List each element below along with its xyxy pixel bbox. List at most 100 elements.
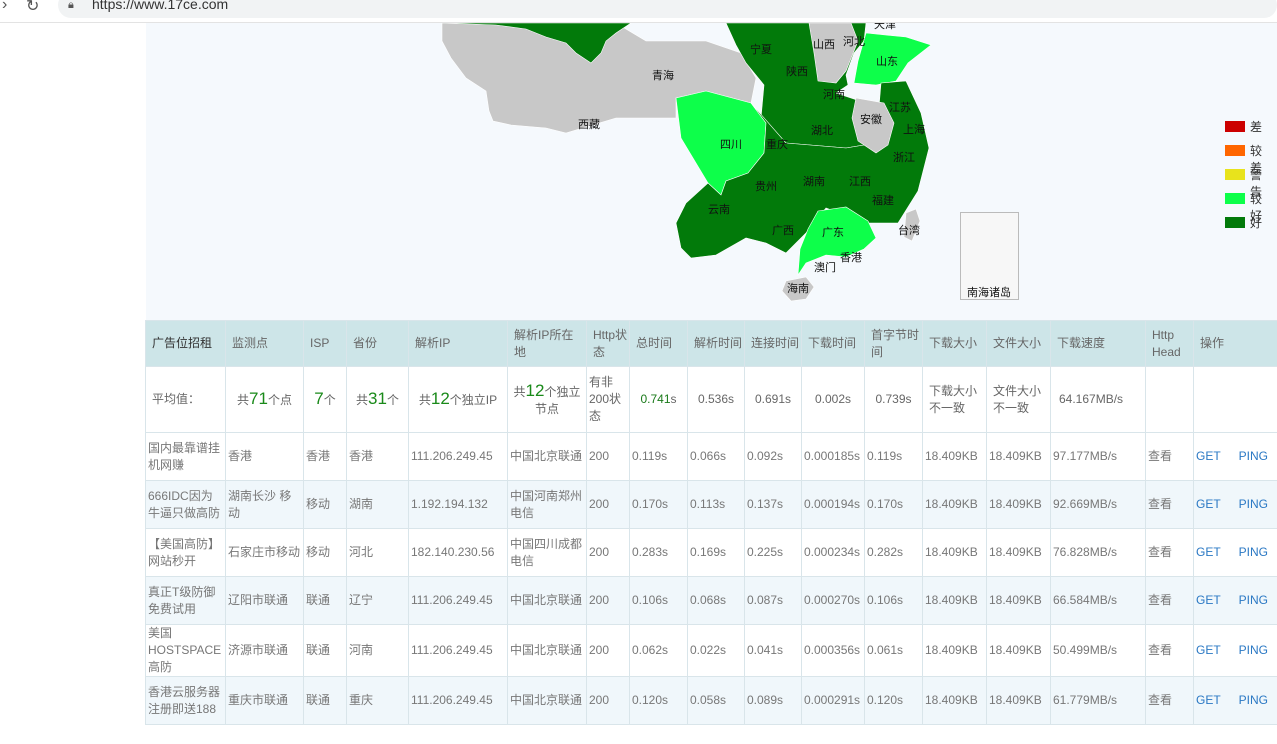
- cell-province: 重庆: [346, 676, 409, 725]
- ping-link[interactable]: PING: [1239, 545, 1268, 559]
- label-shanxi: 山西: [813, 38, 835, 51]
- cell-dns: 0.113s: [687, 480, 745, 529]
- table-row: 【美国高防】网站秒开 石家庄市移动 移动 河北 182.140.230.56 中国四川成都…: [145, 528, 1277, 577]
- col-header-http-head: Http Head: [1145, 320, 1194, 367]
- cell-isp: 联通: [303, 676, 347, 725]
- legend-swatch: [1225, 121, 1245, 132]
- ping-link[interactable]: PING: [1239, 497, 1268, 511]
- cell-ip-location: 中国北京联通: [507, 576, 587, 625]
- cell-head-link[interactable]: 查看: [1145, 528, 1194, 577]
- label-tianjin: 天津: [874, 23, 896, 31]
- cell-ip: 182.140.230.56: [408, 528, 508, 577]
- cell-connect: 0.137s: [744, 480, 802, 529]
- url-text[interactable]: https://www.17ce.com: [92, 0, 228, 12]
- col-header-ip-location: 解析IP所在地: [507, 320, 587, 367]
- cell-speed: 76.828MB/s: [1050, 528, 1146, 577]
- cell-province: 辽宁: [346, 576, 409, 625]
- get-link[interactable]: GET: [1196, 693, 1221, 707]
- avg-points: 共71个点: [225, 366, 304, 433]
- cell-download: 0.000194s: [801, 480, 865, 529]
- cell-total: 0.170s: [629, 480, 688, 529]
- legend-label: 差: [1250, 120, 1263, 134]
- get-link[interactable]: GET: [1196, 545, 1221, 559]
- cell-file-size: 18.409KB: [986, 576, 1051, 625]
- cell-dl-size: 18.409KB: [922, 528, 987, 577]
- ping-link[interactable]: PING: [1239, 449, 1268, 463]
- table-row: 666IDC因为牛逼只做高防 湖南长沙 移动 移动 湖南 1.192.194.132 中国…: [145, 480, 1277, 529]
- label-macau: 澳门: [814, 260, 836, 274]
- cell-ttfb: 0.106s: [864, 576, 923, 625]
- label-guangdong: 广东: [822, 226, 844, 239]
- cell-total: 0.119s: [629, 432, 688, 481]
- forward-icon[interactable]: ›: [2, 0, 7, 14]
- cell-head-link[interactable]: 查看: [1145, 576, 1194, 625]
- cell-isp: 移动: [303, 528, 347, 577]
- cell-connect: 0.041s: [744, 624, 802, 677]
- cell-head-link[interactable]: 查看: [1145, 676, 1194, 725]
- cell-ip-location: 中国河南郑州电信: [507, 480, 587, 529]
- label-sichuan: 四川: [720, 138, 742, 151]
- ping-link[interactable]: PING: [1239, 593, 1268, 607]
- address-bar[interactable]: [58, 0, 1277, 18]
- cell-ad[interactable]: 666IDC因为牛逼只做高防: [145, 480, 226, 529]
- average-row: 平均值： 共71个点 7个 共31个 共12个独立IP 共12个独立节点 有非2…: [145, 366, 1277, 433]
- cell-isp: 联通: [303, 576, 347, 625]
- label-guangxi: 广西: [772, 224, 794, 237]
- cell-http: 200: [586, 432, 630, 481]
- cell-total: 0.106s: [629, 576, 688, 625]
- label-taiwan: 台湾: [898, 223, 920, 237]
- cell-ip: 111.206.249.45: [408, 432, 508, 481]
- ping-link[interactable]: PING: [1239, 693, 1268, 707]
- cell-ops: GET PING: [1193, 576, 1277, 625]
- lock-icon[interactable]: 🔒︎: [68, 0, 74, 12]
- col-header-ip: 解析IP: [408, 320, 508, 367]
- cell-ip: 1.192.194.132: [408, 480, 508, 529]
- legend-swatch: [1225, 217, 1245, 228]
- cell-head-link[interactable]: 查看: [1145, 624, 1194, 677]
- cell-head-link[interactable]: 查看: [1145, 480, 1194, 529]
- cell-head-link[interactable]: 查看: [1145, 432, 1194, 481]
- table-header-row: 广告位招租 监测点 ISP 省份 解析IP 解析IP所在地 Http状态 总时间…: [145, 320, 1277, 367]
- col-header-point: 监测点: [225, 320, 304, 367]
- ping-link[interactable]: PING: [1239, 643, 1268, 657]
- cell-point: 辽阳市联通: [225, 576, 304, 625]
- cell-ad[interactable]: 国内最靠谱挂机网赚: [145, 432, 226, 481]
- cell-ops: GET PING: [1193, 624, 1277, 677]
- reload-icon[interactable]: ↻: [26, 0, 39, 16]
- cell-total: 0.062s: [629, 624, 688, 677]
- col-header-total: 总时间: [629, 320, 688, 367]
- avg-head: [1145, 366, 1194, 433]
- get-link[interactable]: GET: [1196, 497, 1221, 511]
- avg-speed: 64.167MB/s: [1050, 366, 1146, 433]
- cell-dns: 0.022s: [687, 624, 745, 677]
- cell-point: 湖南长沙 移动: [225, 480, 304, 529]
- legend-swatch: [1225, 145, 1245, 156]
- avg-ops: [1193, 366, 1277, 433]
- cell-ttfb: 0.119s: [864, 432, 923, 481]
- cell-ops: GET PING: [1193, 528, 1277, 577]
- get-link[interactable]: GET: [1196, 643, 1221, 657]
- results-table-wrap: 广告位招租 监测点 ISP 省份 解析IP 解析IP所在地 Http状态 总时间…: [145, 320, 1277, 744]
- cell-ad[interactable]: 香港云服务器注册即送188: [145, 676, 226, 725]
- map-svg: 青海 西藏 宁夏 山西 河北 天津 陕西 山东 河南 江苏 四川 湖北 安徽 上…: [441, 23, 932, 302]
- get-link[interactable]: GET: [1196, 593, 1221, 607]
- col-header-ad[interactable]: 广告位招租: [145, 320, 226, 367]
- cell-download: 0.000185s: [801, 432, 865, 481]
- cell-dns: 0.058s: [687, 676, 745, 725]
- get-link[interactable]: GET: [1196, 449, 1221, 463]
- cell-ad[interactable]: 真正T级防御免费试用: [145, 576, 226, 625]
- label-henan: 河南: [823, 88, 845, 101]
- cell-download: 0.000356s: [801, 624, 865, 677]
- cell-isp: 联通: [303, 624, 347, 677]
- cell-ad[interactable]: 美国HOSTSPACE高防: [145, 624, 226, 677]
- cell-ad[interactable]: 【美国高防】网站秒开: [145, 528, 226, 577]
- label-hongkong: 香港: [840, 251, 862, 264]
- label-shanghai: 上海: [903, 122, 925, 136]
- cell-dl-size: 18.409KB: [922, 676, 987, 725]
- avg-download: 0.002s: [801, 366, 865, 433]
- legend-label: 好: [1250, 216, 1263, 230]
- cell-point: 香港: [225, 432, 304, 481]
- col-header-http: Http状态: [586, 320, 630, 367]
- cell-ttfb: 0.282s: [864, 528, 923, 577]
- col-header-download-time: 下载时间: [801, 320, 865, 367]
